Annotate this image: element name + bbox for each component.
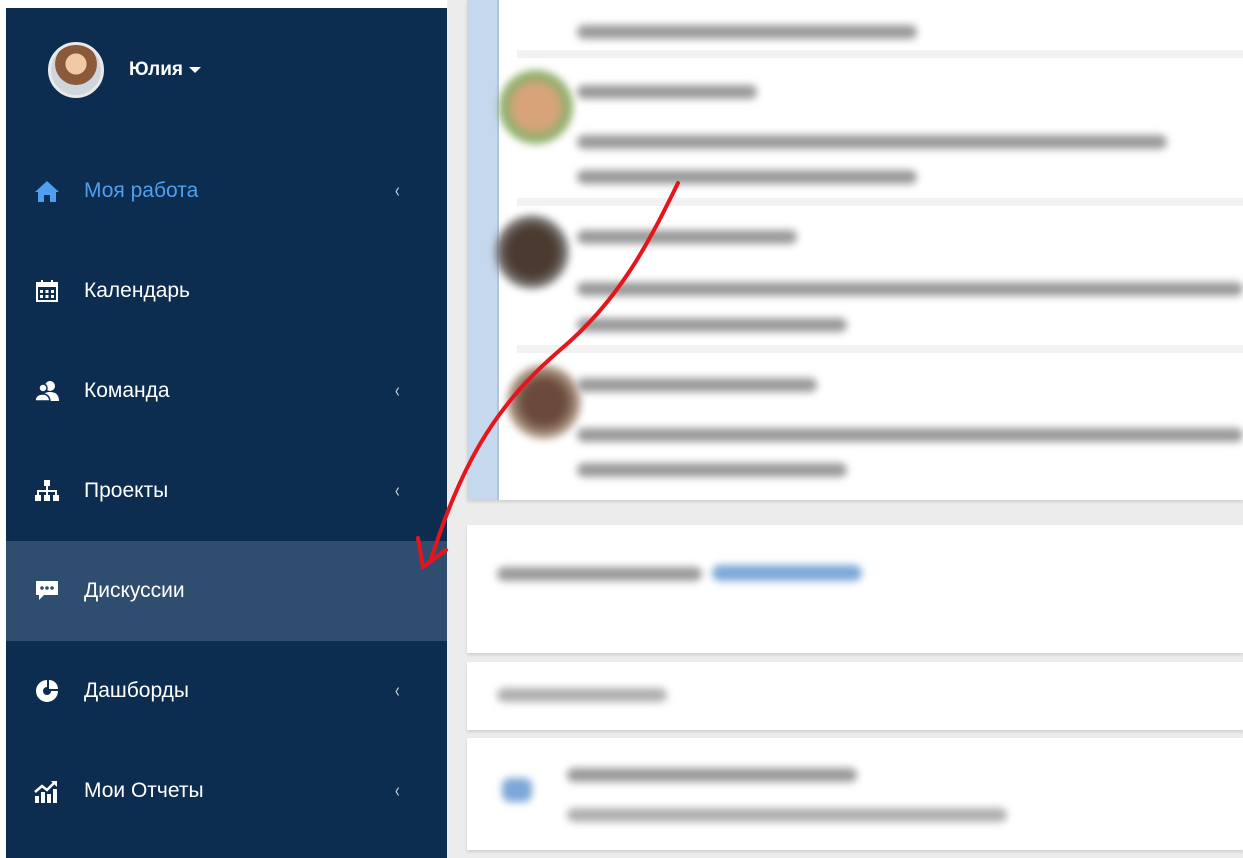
comments-icon <box>33 577 61 605</box>
sidebar-item-my-reports[interactable]: Мои Отчеты ‹ <box>6 741 447 841</box>
chevron-left-icon: ‹ <box>395 779 400 802</box>
user-menu[interactable]: Юлия <box>48 40 201 100</box>
calendar-icon <box>33 277 61 305</box>
chevron-left-icon: ‹ <box>395 679 400 702</box>
chevron-left-icon: ‹ <box>395 379 400 402</box>
blurred-text <box>577 318 847 332</box>
blurred-text <box>577 170 917 184</box>
blurred-text <box>497 688 667 702</box>
blurred-icon <box>502 778 532 802</box>
blurred-text <box>577 378 817 392</box>
chart-growth-icon <box>33 777 61 805</box>
user-name: Юлия <box>129 59 183 80</box>
sidebar-item-label: Моя работа <box>84 179 199 202</box>
blurred-text <box>577 230 797 244</box>
blurred-text <box>577 428 1243 442</box>
divider <box>517 345 1243 353</box>
avatar <box>495 215 569 289</box>
divider <box>517 198 1243 206</box>
blurred-text <box>567 808 1007 822</box>
sidebar-item-label: Проекты <box>84 479 169 502</box>
sidebar-item-discussions[interactable]: Дискуссии <box>6 541 447 641</box>
blurred-panel <box>467 662 1243 730</box>
caret-down-icon <box>188 67 201 73</box>
home-icon <box>33 177 61 205</box>
chevron-left-icon: ‹ <box>395 479 400 502</box>
sidebar-item-calendar[interactable]: Календарь <box>6 241 447 341</box>
blurred-text <box>577 282 1243 296</box>
sidebar-item-label: Дискуссии <box>84 579 185 602</box>
sidebar-item-projects[interactable]: Проекты ‹ <box>6 441 447 541</box>
avatar <box>507 365 581 439</box>
content-area <box>447 0 1243 858</box>
blurred-text <box>577 25 917 39</box>
divider <box>517 50 1243 58</box>
chevron-left-icon: ‹ <box>395 179 400 202</box>
blurred-text <box>577 463 847 477</box>
sidebar-item-team[interactable]: Команда ‹ <box>6 341 447 441</box>
blurred-panel <box>467 738 1243 850</box>
blurred-text <box>577 85 757 99</box>
blurred-text <box>497 567 702 581</box>
sidebar-item-label: Дашборды <box>84 679 189 702</box>
sidebar: Юлия Моя работа ‹ Календарь Команда ‹ Пр… <box>6 8 447 858</box>
pie-chart-icon <box>33 677 61 705</box>
sidebar-item-dashboards[interactable]: Дашборды ‹ <box>6 641 447 741</box>
users-icon <box>33 377 61 405</box>
avatar <box>48 42 104 98</box>
sidebar-item-label: Мои Отчеты <box>84 779 204 802</box>
blurred-text <box>577 135 1167 149</box>
sidebar-item-label: Календарь <box>84 279 190 302</box>
avatar <box>499 70 573 144</box>
blurred-link <box>712 565 862 581</box>
sitemap-icon <box>33 477 61 505</box>
blurred-text <box>567 768 857 782</box>
sidebar-item-my-work[interactable]: Моя работа ‹ <box>6 141 447 241</box>
sidebar-item-label: Команда <box>84 379 170 402</box>
activity-panel <box>467 0 1243 500</box>
blurred-panel <box>467 525 1243 653</box>
